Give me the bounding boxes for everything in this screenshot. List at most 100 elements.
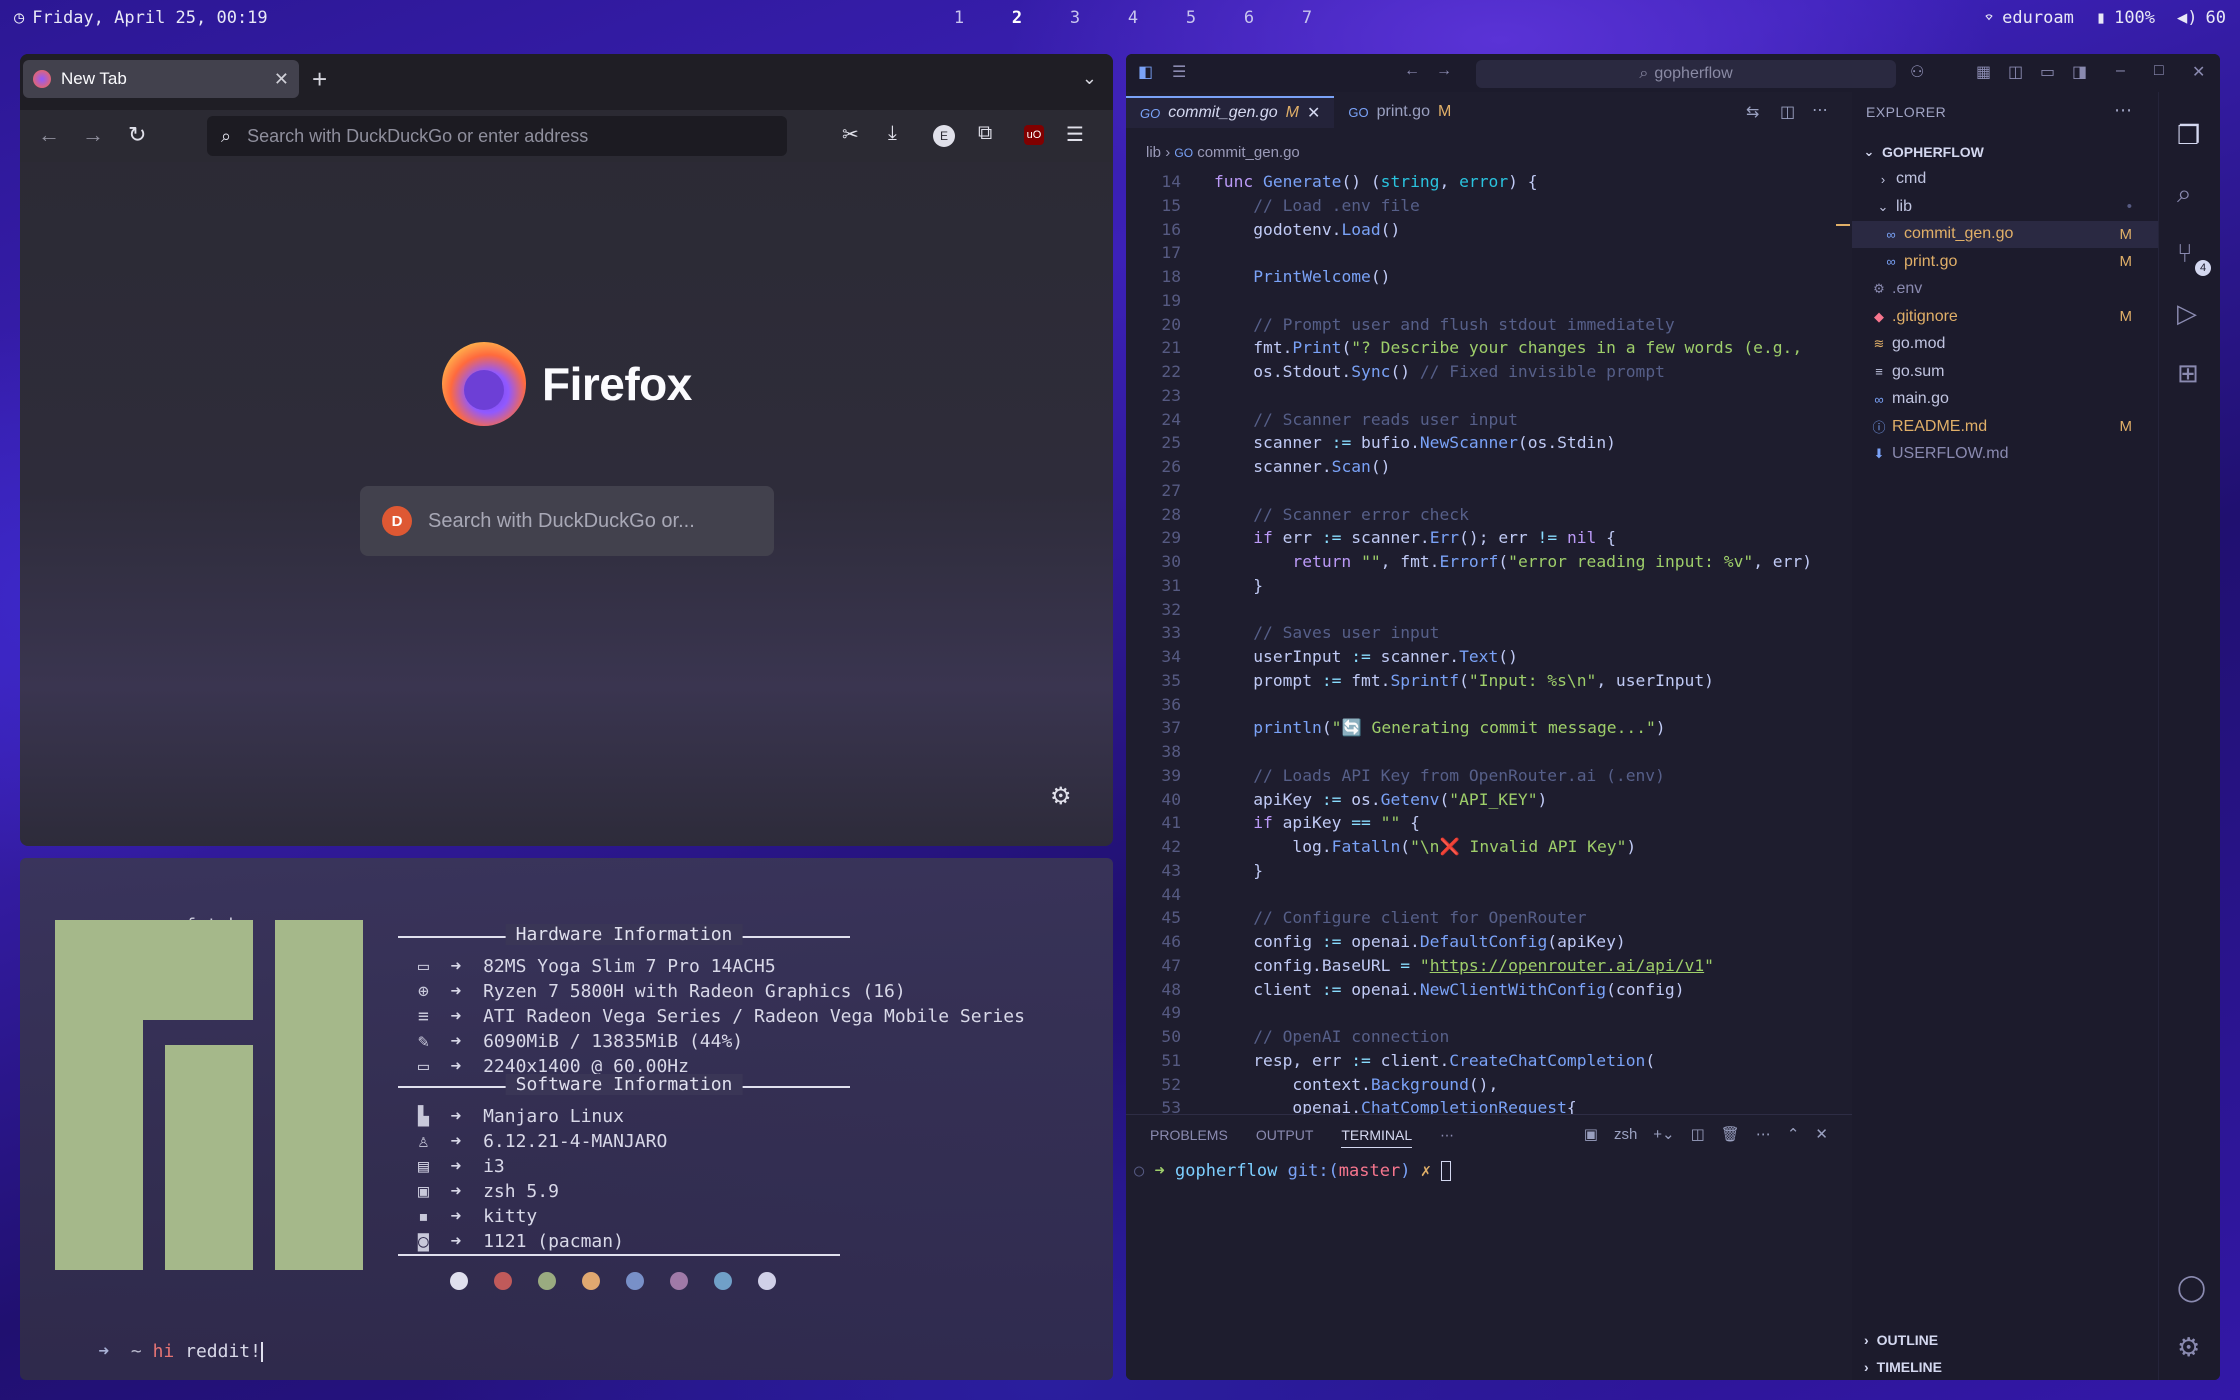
screenshot-icon[interactable]: ✂ [842, 122, 859, 147]
file-name: cmd [1896, 170, 1927, 188]
more-panels-icon[interactable]: ⋯ [1440, 1127, 1454, 1148]
open-changes-icon[interactable]: ⇆ [1746, 102, 1759, 122]
kill-terminal-icon[interactable]: 🗑 [1721, 1125, 1740, 1143]
settings-gear-icon[interactable]: ⚙ [1050, 782, 1072, 811]
tab-new-tab[interactable]: New Tab ✕ [23, 60, 299, 98]
integrated-terminal[interactable]: ○ ➜ gopherflow git:(master) ✗ [1134, 1161, 1452, 1181]
tab-output[interactable]: OUTPUT [1256, 1127, 1314, 1148]
code-line: 52 context.Background(), [1126, 1073, 1852, 1097]
run-debug-icon[interactable]: ▷ [2177, 298, 2197, 329]
ublock-origin-icon[interactable]: uO [1024, 125, 1044, 145]
toggle-panel-icon[interactable]: ▭ [2040, 62, 2055, 82]
outline-section[interactable]: › OUTLINE [1852, 1326, 2158, 1353]
copilot-icon[interactable]: ⚇ [1910, 62, 1924, 82]
shell-name[interactable]: zsh [1614, 1126, 1637, 1143]
tab-commit-gen[interactable]: GO commit_gen.go M ✕ [1126, 96, 1335, 128]
extensions-icon[interactable]: ⧉ [978, 122, 992, 145]
line-number: 18 [1161, 267, 1181, 286]
close-panel-icon[interactable]: ✕ [1815, 1125, 1828, 1143]
more-actions-icon[interactable]: ⋯ [1812, 100, 1828, 120]
hamburger-menu-icon[interactable]: ☰ [1066, 122, 1084, 147]
go-back-icon[interactable]: ← [1404, 62, 1420, 80]
list-all-tabs-chevron-icon[interactable]: ⌄ [1082, 68, 1097, 89]
more-actions-icon[interactable]: ⋯ [1756, 1125, 1771, 1143]
more-actions-icon[interactable]: ⋯ [2114, 100, 2132, 121]
file-name: go.sum [1892, 362, 1945, 380]
wm-icon: ▤ [418, 1156, 429, 1177]
account-icon[interactable]: E [933, 125, 955, 147]
close-window-icon[interactable]: ✕ [2192, 62, 2205, 82]
menu-icon[interactable]: ☰ [1172, 62, 1186, 82]
workspace-5[interactable]: 5 [1162, 8, 1220, 28]
file-item-main-go[interactable]: ∞ main.go [1852, 386, 2158, 414]
toggle-secondary-sidebar-icon[interactable]: ◨ [2072, 62, 2087, 82]
new-tab-button[interactable]: + [312, 64, 327, 95]
software-value: kitty [483, 1206, 538, 1227]
file-item-print-go[interactable]: ∞ print.go M [1852, 248, 2158, 276]
hardware-header: Hardware Information [505, 924, 743, 945]
command-center-search[interactable]: ⌕ gopherflow [1476, 60, 1896, 88]
code-editor[interactable]: 14 func Generate() (string, error) {15 //… [1126, 170, 1852, 1170]
explorer-files-icon[interactable]: ❐ [2177, 120, 2200, 151]
close-tab-icon[interactable]: ✕ [1307, 103, 1320, 123]
tab-problems[interactable]: PROBLEMS [1150, 1127, 1228, 1148]
workspace-4[interactable]: 4 [1104, 8, 1162, 28]
download-icon[interactable]: ⤓ [888, 122, 897, 145]
battery-status[interactable]: ▮ 100% [2096, 8, 2155, 28]
workspace-3[interactable]: 3 [1046, 8, 1104, 28]
search-icon[interactable]: ⌕ [2177, 178, 2192, 210]
go-forward-icon[interactable]: → [1436, 62, 1452, 80]
file-tree: ⌄ GOPHERFLOW › cmd ⌄ lib • ∞ commit_gen.go M ∞ pri… [1852, 138, 2158, 468]
breadcrumb-file[interactable]: commit_gen.go [1197, 144, 1300, 161]
extensions-icon[interactable]: ⊞ [2177, 358, 2199, 389]
code-text: // OpenAI connection [1253, 1027, 1450, 1046]
file-item-go-mod[interactable]: ≋ go.mod [1852, 331, 2158, 359]
file-item--gitignore[interactable]: ◆ .gitignore M [1852, 303, 2158, 331]
reload-icon[interactable]: ↻ [128, 122, 146, 148]
back-arrow-icon[interactable]: ← [38, 122, 60, 148]
manage-gear-icon[interactable]: ⚙ [2177, 1332, 2200, 1363]
maximize-panel-icon[interactable]: ⌃ [1787, 1125, 1800, 1143]
go-mod-icon: ≋ [1873, 336, 1885, 352]
minimize-icon[interactable]: – [2116, 62, 2125, 80]
timeline-section[interactable]: › TIMELINE [1852, 1353, 2158, 1380]
workspace-1[interactable]: 1 [930, 8, 988, 28]
workspace-7[interactable]: 7 [1278, 8, 1336, 28]
customize-layout-icon[interactable]: ▦ [1976, 62, 1991, 82]
file-item-lib[interactable]: ⌄ lib • [1852, 193, 2158, 221]
split-editor-icon[interactable]: ◫ [1780, 102, 1795, 122]
close-tab-icon[interactable]: ✕ [274, 69, 289, 90]
volume-status[interactable]: ◀) 60 [2177, 8, 2226, 28]
maximize-icon[interactable]: □ [2154, 62, 2164, 80]
file-item--env[interactable]: ⚙ .env [1852, 276, 2158, 304]
code-line: 46 config := openai.DefaultConfig(apiKey… [1126, 930, 1852, 954]
toggle-sidebar-icon[interactable]: ◫ [2008, 62, 2023, 82]
workspace-6[interactable]: 6 [1220, 8, 1278, 28]
line-number: 26 [1161, 457, 1181, 476]
split-terminal-icon[interactable]: ◫ [1691, 1125, 1705, 1143]
line-number: 50 [1161, 1027, 1181, 1046]
tab-terminal[interactable]: TERMINAL [1341, 1127, 1413, 1148]
kitty-terminal[interactable]: ➜ ~ neofetch Hardware Information ▭ ➜ 82… [20, 858, 1113, 1380]
tab-print[interactable]: GO print.go M [1334, 96, 1465, 128]
breadcrumb-folder[interactable]: lib [1146, 144, 1161, 161]
file-item-commit-gen-go[interactable]: ∞ commit_gen.go M [1852, 220, 2158, 248]
project-root[interactable]: ⌄ GOPHERFLOW [1852, 138, 2158, 166]
file-item-go-sum[interactable]: ≡ go.sum [1852, 358, 2158, 386]
palette-swatch [714, 1272, 732, 1290]
code-line: 35 prompt := fmt.Sprintf("Input: %s\n", … [1126, 669, 1852, 693]
file-item-userflow-md[interactable]: ⬇ USERFLOW.md [1852, 441, 2158, 469]
workspace-2[interactable]: 2 [988, 8, 1046, 28]
file-item-readme-md[interactable]: ⓘ README.md M [1852, 413, 2158, 441]
file-item-cmd[interactable]: › cmd [1852, 166, 2158, 194]
new-terminal-icon[interactable]: +⌄ [1653, 1125, 1674, 1143]
wifi-status[interactable]: ⌔ eduroam [1984, 8, 2074, 28]
address-bar[interactable]: ⌕ Search with DuckDuckGo or enter addres… [207, 116, 787, 156]
home-search-box[interactable]: D Search with DuckDuckGo or... [360, 486, 774, 556]
hardware-value: 6090MiB / 13835MiB (44%) [483, 1031, 744, 1052]
software-header-rule: Software Information [398, 1074, 850, 1095]
palette-swatch [494, 1272, 512, 1290]
forward-arrow-icon[interactable]: → [82, 122, 104, 148]
account-icon[interactable]: ◯ [2177, 1272, 2206, 1303]
source-control-icon[interactable]: ⑂ [2177, 238, 2193, 269]
